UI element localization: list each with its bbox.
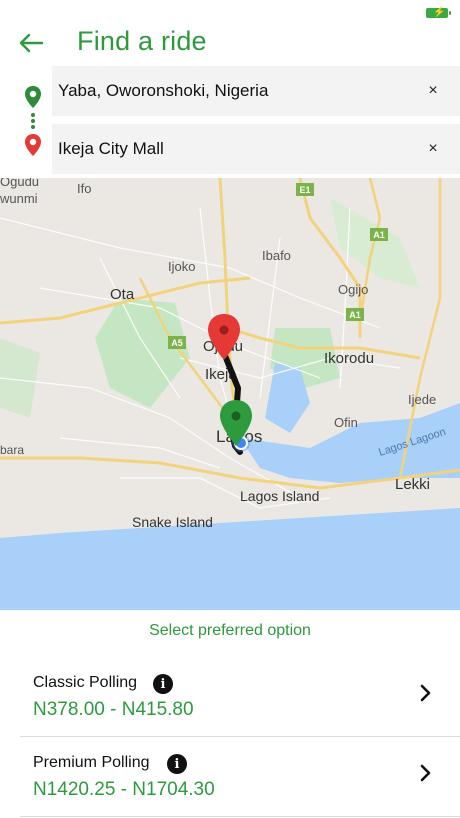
road-badge-e1: E1: [296, 183, 314, 196]
svg-text:A1: A1: [373, 230, 385, 240]
pickup-input[interactable]: [58, 66, 418, 116]
map-label-ibafo: Ibafo: [262, 248, 291, 263]
header: Find a ride: [0, 22, 460, 66]
dropoff-input[interactable]: [58, 124, 418, 174]
option-price: N1420.25 - N1704.30: [33, 779, 215, 800]
status-bar: ⚡: [0, 0, 460, 22]
svg-text:A1: A1: [349, 310, 361, 320]
page-title: Find a ride: [77, 26, 207, 56]
info-icon[interactable]: i: [167, 754, 187, 774]
svg-text:A5: A5: [171, 338, 183, 348]
road-badge-a1-mid: A1: [346, 308, 364, 321]
map-view[interactable]: E1 A1 A1 A5 Ogudu wunmi Ifo Ijoko Ibafo …: [0, 178, 460, 610]
map-label-lekki: Lekki: [395, 476, 430, 493]
map-label-bara: bara: [0, 443, 24, 457]
option-price: N378.00 - N415.80: [33, 699, 194, 720]
dropoff-field[interactable]: ×: [52, 124, 460, 174]
option-premium-polling[interactable]: Premium Polling i N1420.25 - N1704.30: [20, 737, 460, 817]
road-badge-a5: A5: [168, 336, 186, 349]
clear-dropoff-button[interactable]: ×: [424, 140, 442, 158]
dropoff-pin-icon: [25, 134, 41, 156]
back-button[interactable]: [14, 26, 48, 60]
map-label-ijede: Ijede: [408, 392, 436, 407]
clear-pickup-button[interactable]: ×: [424, 82, 442, 100]
chevron-right-icon: [420, 684, 431, 702]
arrow-left-icon: [19, 33, 44, 53]
map-label-ikorodu: Ikorodu: [324, 350, 374, 367]
map-label-wunmi: wunmi: [0, 191, 38, 206]
options-heading: Select preferred option: [149, 622, 311, 639]
map-label-ogudu: Ogudu: [0, 178, 39, 189]
map-label-snake-island: Snake Island: [132, 514, 213, 530]
pickup-field[interactable]: ×: [52, 66, 460, 116]
map-label-lagos-island: Lagos Island: [240, 488, 319, 504]
map-label-ifo: Ifo: [77, 181, 91, 196]
route-indicator: [20, 80, 46, 170]
chevron-right-icon: [420, 764, 431, 782]
map-label-ofin: Ofin: [334, 415, 358, 430]
info-icon[interactable]: i: [153, 674, 173, 694]
map-label-ota: Ota: [110, 286, 135, 303]
road-badge-a1-top: A1: [370, 228, 388, 241]
option-classic-polling[interactable]: Classic Polling i N378.00 - N415.80: [20, 657, 460, 737]
map-label-ogijo: Ogijo: [338, 282, 368, 297]
option-name: Premium Polling: [33, 754, 150, 771]
pickup-pin-icon: [25, 86, 41, 108]
map-label-ijoko: Ijoko: [168, 259, 195, 274]
battery-icon: ⚡: [426, 7, 451, 18]
option-name: Classic Polling: [33, 674, 138, 691]
route-dots-icon: [31, 113, 35, 129]
svg-text:E1: E1: [299, 185, 310, 195]
